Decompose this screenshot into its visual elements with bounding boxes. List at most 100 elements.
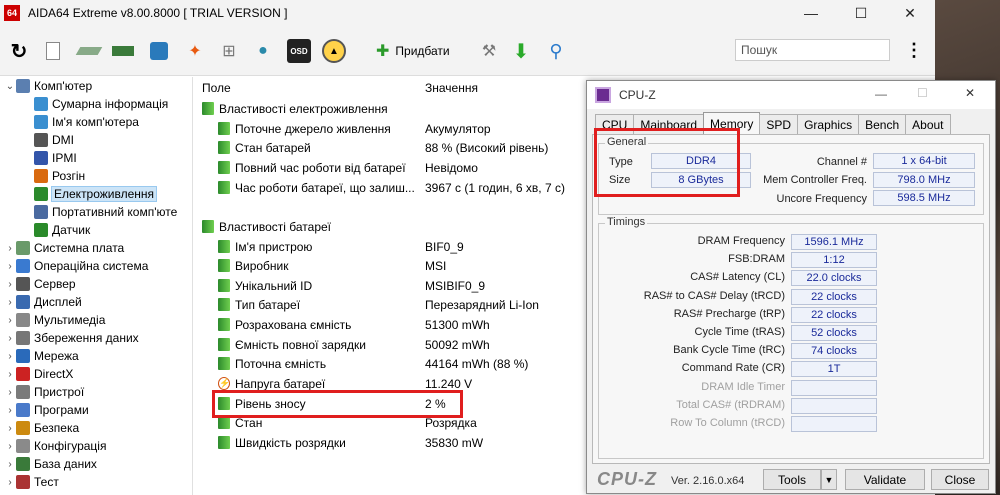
tree-item-23[interactable]: › Тест	[4, 473, 59, 491]
timing-label: Command Rate (CR)	[681, 362, 785, 375]
network-tool-icon[interactable]	[148, 40, 170, 62]
memory-icon[interactable]	[112, 40, 134, 62]
minimize-icon[interactable]: —	[788, 0, 834, 26]
cpu-icon[interactable]	[75, 40, 103, 62]
menu-icon[interactable]: ⋮	[905, 40, 923, 61]
gauge-icon[interactable]: ▲	[322, 39, 346, 63]
close-icon[interactable]: ✕	[887, 0, 933, 26]
table-row[interactable]: Ємність повної зарядки	[218, 335, 366, 354]
tree-item-3[interactable]: Ім'я комп'ютера	[34, 113, 139, 131]
group-row[interactable]: Властивості батареї	[202, 217, 331, 236]
tree-item-22[interactable]: › База даних	[4, 455, 97, 473]
expander-icon[interactable]: ›	[4, 477, 16, 488]
expander-icon[interactable]: ›	[4, 243, 16, 254]
timing-value: 1596.1 MHz	[791, 234, 877, 250]
osd-icon[interactable]: OSD	[287, 39, 311, 63]
user-icon[interactable]: ●	[252, 40, 274, 62]
network-audit-icon[interactable]: ⊞	[218, 40, 240, 62]
table-row[interactable]: Ім'я пристрою	[218, 237, 312, 256]
tree-item-label: Ім'я комп'ютера	[52, 115, 139, 129]
tab-bench[interactable]: Bench	[858, 114, 907, 134]
expander-icon[interactable]: ›	[4, 387, 16, 398]
column-header-value[interactable]: Значення	[425, 81, 478, 95]
table-row[interactable]: Виробник	[218, 256, 289, 275]
tree-item-18[interactable]: › Пристрої	[4, 383, 84, 401]
table-row[interactable]: Швидкість розрядки	[218, 433, 346, 452]
field-cell: Поточна ємність	[235, 356, 327, 371]
tab-graphics[interactable]: Graphics	[797, 114, 860, 134]
buy-button[interactable]: ✚ Придбати	[376, 38, 450, 64]
tree-item-14[interactable]: › Мультимедіа	[4, 311, 105, 329]
expander-icon[interactable]: ›	[4, 369, 16, 380]
expander-icon[interactable]: ›	[4, 315, 16, 326]
portable-icon	[34, 205, 48, 219]
tree-item-21[interactable]: › Конфігурація	[4, 437, 106, 455]
validate-button[interactable]: Validate	[845, 469, 925, 490]
navigation-tree: ⌄ Комп'ютер Сумарна інформація Ім'я комп'ют…	[0, 77, 193, 495]
expander-icon[interactable]: ›	[4, 351, 16, 362]
tab-spd[interactable]: SPD	[759, 114, 799, 134]
search-icon[interactable]: ⚲	[545, 40, 567, 62]
tree-item-label: Безпека	[34, 421, 80, 435]
close-button[interactable]: Close	[931, 469, 989, 490]
report-icon[interactable]	[42, 40, 64, 62]
cpuz-brand: CPU-Z	[597, 469, 657, 489]
maximize-icon[interactable]: ☐	[838, 0, 884, 26]
tree-item-8[interactable]: Портативний комп'юте	[34, 203, 177, 221]
column-header-field[interactable]: Поле	[202, 81, 231, 95]
tree-item-label: Дисплей	[34, 295, 82, 309]
expander-icon[interactable]: ›	[4, 279, 16, 290]
tree-item-13[interactable]: › Дисплей	[4, 293, 82, 311]
table-row[interactable]: Тип батареї	[218, 295, 300, 314]
tree-item-10[interactable]: › Системна плата	[4, 239, 124, 257]
cpuz-close-icon[interactable]: ✕	[965, 86, 975, 100]
tools-icon[interactable]: ⚒	[478, 40, 500, 62]
tree-item-label: DirectX	[34, 367, 74, 381]
tree-item-label: Операційна система	[34, 259, 149, 273]
search-input[interactable]: Пошук	[735, 39, 890, 61]
download-icon[interactable]: ⬇	[510, 40, 532, 63]
tree-item-5[interactable]: IPMI	[34, 149, 77, 167]
tree-item-19[interactable]: › Програми	[4, 401, 89, 419]
field-cell: Напруга батареї	[235, 376, 326, 391]
cpuz-minimize-icon[interactable]: —	[875, 87, 887, 101]
tree-item-6[interactable]: Розгін	[34, 167, 85, 185]
table-row[interactable]: Поточна ємність	[218, 354, 326, 373]
flame-icon[interactable]: ✦	[184, 40, 206, 62]
tree-item-17[interactable]: › DirectX	[4, 365, 73, 383]
tree-item-1[interactable]: ⌄ Комп'ютер	[4, 77, 92, 95]
refresh-icon[interactable]: ↻	[8, 40, 30, 63]
tree-item-7[interactable]: Електроживлення	[34, 185, 158, 203]
tab-about[interactable]: About	[905, 114, 951, 134]
table-row[interactable]: Розрахована ємність	[218, 315, 351, 334]
expander-icon[interactable]: ›	[4, 261, 16, 272]
expander-icon[interactable]: ›	[4, 423, 16, 434]
expander-icon[interactable]: ›	[4, 405, 16, 416]
table-row[interactable]: Унікальний ID	[218, 276, 312, 295]
tools-dropdown-icon[interactable]: ▼	[821, 469, 837, 490]
tree-item-16[interactable]: › Мережа	[4, 347, 79, 365]
expander-icon[interactable]: ›	[4, 333, 16, 344]
cpuz-maximize-icon[interactable]: ☐	[917, 86, 928, 100]
tree-item-9[interactable]: Датчик	[34, 221, 90, 239]
group-row[interactable]: Властивості електроживлення	[202, 99, 388, 118]
tree-item-15[interactable]: › Збереження даних	[4, 329, 139, 347]
expander-icon[interactable]: ⌄	[4, 81, 16, 92]
expander-icon[interactable]: ›	[4, 441, 16, 452]
tree-item-11[interactable]: › Операційна система	[4, 257, 148, 275]
tree-item-4[interactable]: DMI	[34, 131, 74, 149]
tree-item-20[interactable]: › Безпека	[4, 419, 79, 437]
tree-item-label: IPMI	[52, 151, 77, 165]
tree-item-label: Пристрої	[34, 385, 85, 399]
expander-icon[interactable]: ›	[4, 297, 16, 308]
tree-item-12[interactable]: › Сервер	[4, 275, 76, 293]
table-row[interactable]: Час роботи батареї, що залиш...	[218, 178, 415, 197]
table-row[interactable]: Поточне джерело живлення	[218, 119, 391, 138]
table-row[interactable]: Повний час роботи від батареї	[218, 158, 406, 177]
battery-icon	[218, 122, 230, 135]
table-row[interactable]: Стан батарей	[218, 138, 311, 157]
expander-icon[interactable]: ›	[4, 459, 16, 470]
tools-button[interactable]: Tools	[763, 469, 821, 490]
tree-item-2[interactable]: Сумарна інформація	[34, 95, 168, 113]
computer-icon	[16, 79, 30, 93]
